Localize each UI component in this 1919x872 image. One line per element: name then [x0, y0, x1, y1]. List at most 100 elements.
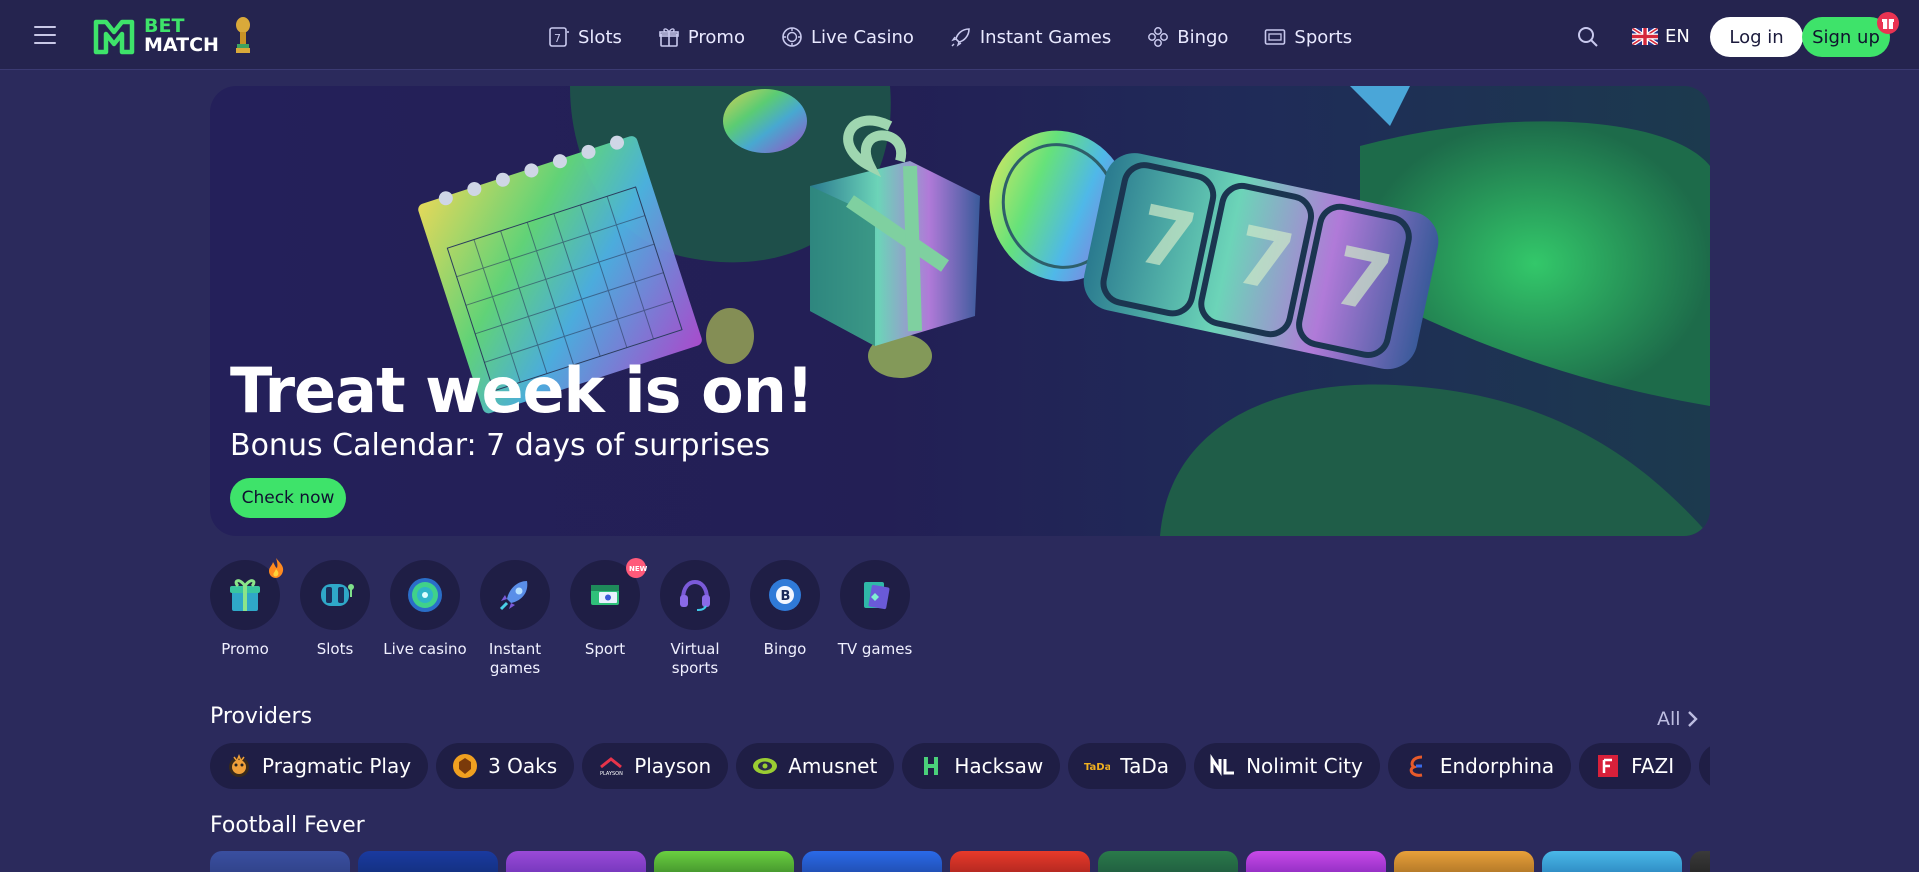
chevron-right-icon	[1687, 711, 1698, 727]
provider-name: Nolimit City	[1246, 754, 1363, 778]
rocket-icon	[499, 581, 528, 611]
provider-amusnet[interactable]: Amusnet	[736, 743, 895, 789]
provider-tada[interactable]: TaDa TaDa	[1068, 743, 1187, 789]
main-navigation: 7 Slots Promo Live Casino Instant Games …	[548, 0, 1352, 74]
trophy-icon	[235, 17, 250, 53]
nav-live-casino-label: Live Casino	[810, 26, 914, 48]
slot-reels-icon	[321, 584, 354, 606]
game-thumbnail[interactable]	[210, 851, 350, 872]
game-thumbnail[interactable]	[1394, 851, 1534, 872]
bingo-icon	[1148, 27, 1169, 47]
logo-text-match: MATCH	[144, 34, 219, 56]
playson-logo-icon: PLAYSON	[600, 757, 623, 777]
football-fever-heading: Football Fever	[210, 813, 365, 838]
provider-endorphina[interactable]: Endorphina	[1387, 743, 1572, 789]
nav-sports-label: Sports	[1294, 26, 1353, 48]
svg-text:TaDa: TaDa	[1084, 762, 1110, 773]
category-instant-games[interactable]: Instant games	[480, 560, 550, 678]
category-label: Slots	[316, 640, 354, 658]
provider-name: 3 Oaks	[488, 754, 558, 778]
fazi-logo-icon	[1598, 755, 1619, 777]
category-shortcuts: Promo Slots Live casino Instant games NE…	[210, 558, 912, 678]
amusnet-logo-icon	[753, 758, 778, 774]
nav-promo[interactable]: Promo	[658, 26, 745, 48]
provider-fazi[interactable]: FAZI	[1579, 743, 1692, 789]
nav-bingo[interactable]: Bingo	[1147, 26, 1228, 48]
bingo-ball-icon: B	[769, 579, 801, 611]
nav-live-casino[interactable]: Live Casino	[781, 26, 914, 48]
chip-icon	[782, 27, 802, 47]
tv-cards-icon	[864, 582, 890, 610]
endorphina-logo-icon	[1409, 755, 1423, 777]
menu-icon[interactable]	[34, 26, 56, 44]
provider-playson[interactable]: PLAYSON Playson	[582, 743, 729, 789]
svg-text:7: 7	[554, 32, 561, 45]
roulette-icon	[408, 578, 442, 612]
nav-bingo-label: Bingo	[1177, 26, 1229, 48]
promo-banner[interactable]: 7 7 7 Treat week is on! Bonus Calendar: …	[210, 86, 1710, 536]
all-label: All	[1657, 708, 1681, 730]
gift-badge-icon	[1877, 12, 1899, 34]
language-label: EN	[1665, 26, 1690, 47]
game-thumbnail[interactable]	[802, 851, 942, 872]
provider-next[interactable]	[1699, 743, 1710, 789]
category-virtual-sports[interactable]: Virtual sports	[660, 560, 730, 678]
provider-pragmatic-play[interactable]: Pragmatic Play	[210, 743, 429, 789]
nav-sports[interactable]: Sports	[1264, 26, 1352, 48]
banner-artwork: 7 7 7	[418, 86, 1710, 536]
svg-text:B: B	[781, 589, 791, 604]
category-tv-games[interactable]: TV games	[838, 560, 912, 678]
rocket-icon	[951, 28, 970, 47]
nav-instant-games-label: Instant Games	[979, 26, 1112, 48]
top-navigation-bar: BET MATCH 7 Slots Promo Live Casino Inst…	[0, 0, 1919, 70]
uk-flag-icon	[1632, 28, 1658, 45]
logo[interactable]: BET MATCH	[92, 14, 253, 58]
game-thumbnail[interactable]	[1098, 851, 1238, 872]
sport-ticket-icon	[591, 585, 619, 605]
category-label: Virtual sports	[670, 640, 720, 677]
category-sport[interactable]: NEW Sport	[570, 558, 647, 678]
category-label: Sport	[584, 640, 626, 658]
nav-instant-games[interactable]: Instant Games	[950, 26, 1111, 48]
provider-3-oaks[interactable]: 3 Oaks	[436, 743, 575, 789]
provider-name: Hacksaw	[954, 754, 1044, 778]
provider-name: Playson	[634, 754, 712, 778]
game-thumbnail[interactable]	[1542, 851, 1682, 872]
provider-nolimit-city[interactable]: Nolimit City	[1194, 743, 1380, 789]
language-selector[interactable]: EN	[1632, 26, 1690, 47]
category-label: Bingo	[763, 640, 807, 658]
gift-icon	[659, 28, 679, 47]
game-thumbnail[interactable]	[950, 851, 1090, 872]
football-fever-games	[210, 851, 1710, 872]
ticket-icon	[1265, 29, 1286, 45]
pragmatic-play-logo-icon	[229, 753, 249, 777]
game-thumbnail[interactable]	[1246, 851, 1386, 872]
provider-name: Amusnet	[788, 754, 878, 778]
game-thumbnail[interactable]	[1690, 851, 1710, 872]
game-thumbnail[interactable]	[506, 851, 646, 872]
category-live-casino[interactable]: Live casino	[383, 560, 467, 678]
provider-name: FAZI	[1631, 754, 1675, 778]
provider-name: Endorphina	[1439, 754, 1555, 778]
category-slots[interactable]: Slots	[300, 560, 370, 678]
category-bingo[interactable]: B Bingo	[750, 560, 820, 678]
banner-title: Treat week is on!	[230, 354, 814, 427]
check-now-button[interactable]: Check now	[230, 478, 346, 518]
nav-slots[interactable]: 7 Slots	[548, 26, 622, 48]
game-thumbnail[interactable]	[654, 851, 794, 872]
category-label: Instant games	[488, 640, 542, 677]
search-icon[interactable]	[1577, 26, 1599, 48]
hacksaw-logo-icon	[924, 757, 939, 775]
providers-all-link[interactable]: All	[1657, 708, 1699, 730]
provider-hacksaw[interactable]: Hacksaw	[902, 743, 1061, 789]
svg-text:PLAYSON: PLAYSON	[600, 771, 623, 777]
category-promo[interactable]: Promo	[210, 558, 284, 678]
tada-logo-icon: TaDa	[1084, 762, 1110, 773]
nolimit-city-logo-icon	[1210, 754, 1235, 776]
slot-machine-icon: 7	[549, 27, 569, 47]
category-label: Promo	[221, 640, 269, 658]
nav-promo-label: Promo	[687, 26, 745, 48]
game-thumbnail[interactable]	[358, 851, 498, 872]
login-button[interactable]: Log in	[1710, 17, 1803, 57]
headset-icon	[680, 579, 710, 611]
